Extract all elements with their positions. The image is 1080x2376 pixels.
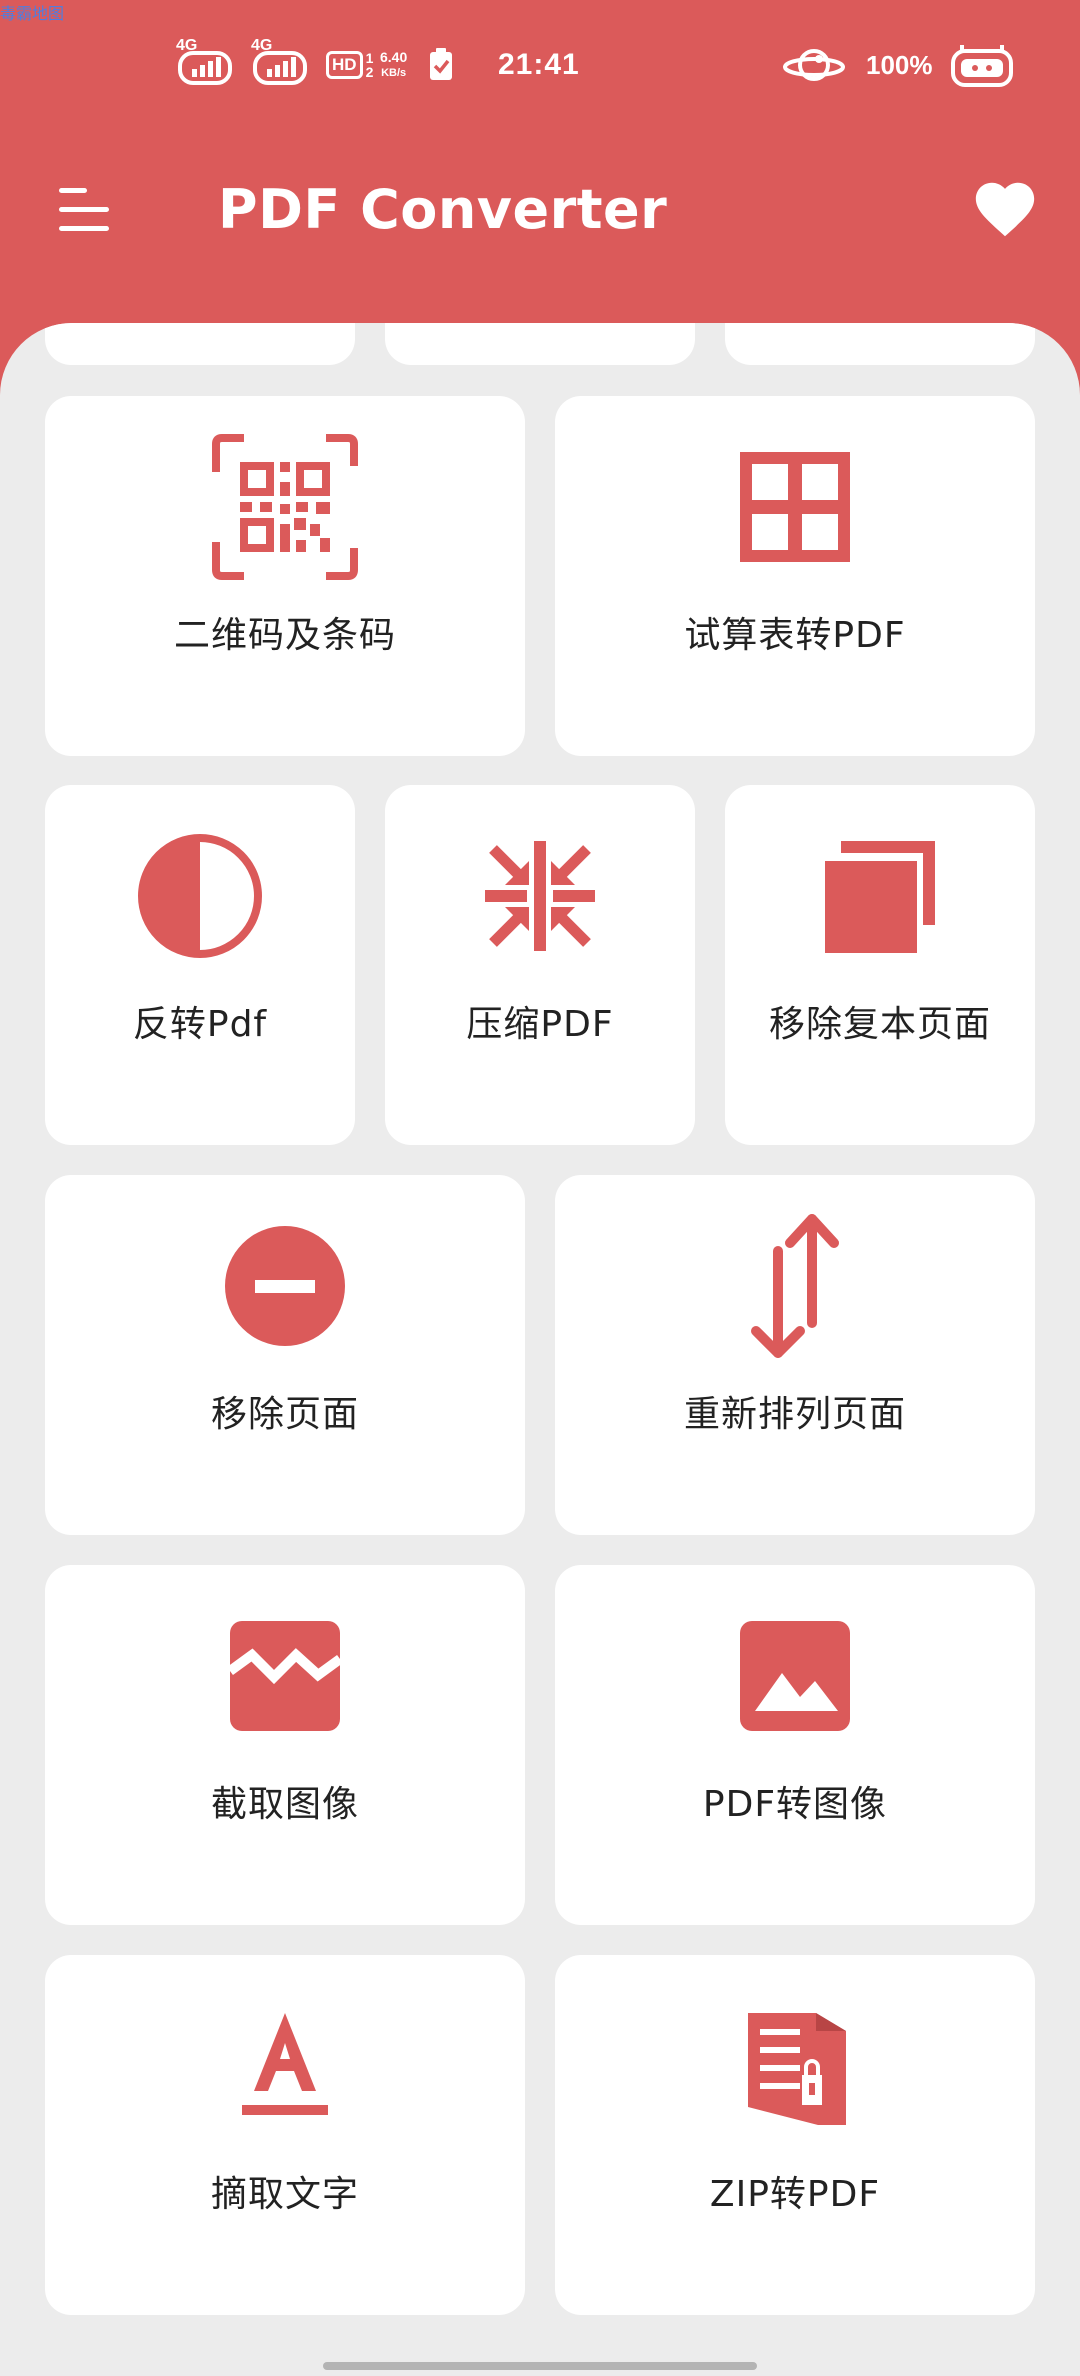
home-indicator[interactable] <box>323 2362 757 2370</box>
tool-label: PDF转图像 <box>702 1784 888 1825</box>
planet-status <box>782 30 846 100</box>
duplicate-pages-icon <box>825 841 935 953</box>
favorite-button[interactable] <box>970 174 1040 244</box>
signal-1: 4G <box>176 30 232 100</box>
tool-card-remove-pages[interactable]: 移除页面 <box>45 1175 525 1535</box>
invert-contrast-icon <box>138 834 262 958</box>
menu-icon <box>59 188 109 231</box>
battery-saver <box>428 30 454 100</box>
tool-card-partial[interactable] <box>385 323 695 365</box>
menu-button[interactable] <box>55 182 115 238</box>
tool-label: ZIP转PDF <box>709 2174 881 2215</box>
battery-percent: 100% <box>866 49 933 80</box>
tool-card-extract-text[interactable]: 摘取文字 <box>45 1955 525 2315</box>
tool-label: 二维码及条码 <box>173 615 396 656</box>
qr-code-icon <box>212 434 358 580</box>
remove-circle-icon <box>225 1226 345 1346</box>
tool-label: 移除复本页面 <box>768 1004 991 1045</box>
spreadsheet-grid-icon <box>740 452 850 562</box>
compress-arrows-icon <box>485 841 595 951</box>
tool-label: 试算表转PDF <box>684 615 906 656</box>
net-speed: 6.40 KB/s <box>380 30 407 100</box>
tool-card-pdf-to-image[interactable]: PDF转图像 <box>555 1565 1035 1925</box>
clipboard-check-icon <box>430 48 452 80</box>
status-bar: 4G 4G HD 1 2 6.40 KB/s 21:41 100% <box>0 30 1080 100</box>
tool-card-rearrange-pages[interactable]: 重新排列页面 <box>555 1175 1035 1535</box>
tool-label: 移除页面 <box>210 1394 359 1435</box>
hd-badge: HD <box>326 51 363 79</box>
clock: 21:41 <box>498 48 580 81</box>
signal-2-label: 4G <box>251 37 273 54</box>
net-speed-unit: KB/s <box>381 67 407 79</box>
signal-2: 4G <box>251 30 307 100</box>
page-title: PDF Converter <box>218 178 668 241</box>
hd-indicator: HD 1 2 <box>326 30 380 100</box>
broken-image-icon <box>227 1621 343 1731</box>
swap-vertical-icon <box>751 1214 839 1358</box>
app-bar: PDF Converter <box>0 160 1080 260</box>
heart-icon <box>975 182 1035 237</box>
battery-icon <box>951 45 1013 87</box>
tool-card-extract-images[interactable]: 截取图像 <box>45 1565 525 1925</box>
zip-archive-icon <box>748 2013 846 2125</box>
battery <box>950 30 1014 100</box>
tool-label: 摘取文字 <box>210 2174 359 2215</box>
tool-card-remove-duplicate-pages[interactable]: 移除复本页面 <box>725 785 1035 1145</box>
tool-label: 截取图像 <box>210 1784 359 1825</box>
corner-tag: 毒霸地图 <box>0 6 65 23</box>
tool-label: 反转Pdf <box>132 1004 268 1045</box>
planet-icon <box>783 49 845 81</box>
net-speed-value: 6.40 <box>380 49 408 65</box>
sim-numbers: 1 2 <box>365 50 374 80</box>
tool-card-qr-code[interactable]: 二维码及条码 <box>45 396 525 756</box>
tool-label: 压缩PDF <box>466 1004 614 1045</box>
tool-label: 重新排列页面 <box>683 1394 906 1435</box>
tool-card-partial[interactable] <box>45 323 355 365</box>
text-format-icon <box>242 2013 328 2115</box>
tool-card-partial[interactable] <box>725 323 1035 365</box>
tool-card-zip-to-pdf[interactable]: ZIP转PDF <box>555 1955 1035 2315</box>
image-icon <box>740 1621 850 1731</box>
tool-card-spreadsheet-to-pdf[interactable]: 试算表转PDF <box>555 396 1035 756</box>
tool-card-invert-pdf[interactable]: 反转Pdf <box>45 785 355 1145</box>
tool-card-compress-pdf[interactable]: 压缩PDF <box>385 785 695 1145</box>
tools-grid: 二维码及条码 试算表转PDF 反转Pdf 压缩PDF 移除复本页面 移除页面 重… <box>0 323 1080 2376</box>
signal-1-label: 4G <box>176 37 198 54</box>
